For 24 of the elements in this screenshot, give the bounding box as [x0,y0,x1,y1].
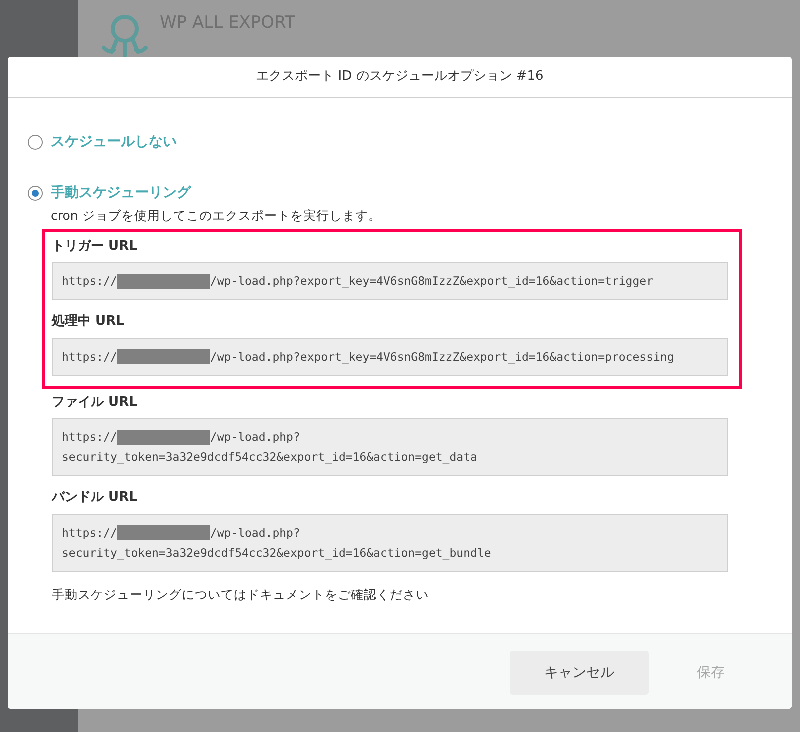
url-text: /wp-load.php?export_key=4V6snG8mIzzZ&export_id=16&action=processing [210,348,674,366]
url-text: /wp-load.php? [210,524,300,542]
url-label: トリガー URL [52,238,138,256]
url-text: security_token=3a32e9dcdf54cc32&export_id=16&action=get_bundle [62,544,492,562]
url-text: /wp-load.php? [210,429,300,446]
url-label: バンドル URL [52,489,138,508]
url-field[interactable]: https:// /wp-load.php?export_key=4V6snG8mIzzZ&export_id=16&action=processing [52,338,728,376]
url-text: security_token=3a32e9dcdf54cc32&export_id=16&action=get_data [62,449,478,466]
radio-button[interactable] [28,135,43,150]
url-field[interactable]: https:// /wp-load.php? security_token=3a32e9dcdf54cc32&export_id=16&action=get_bundle [52,514,728,572]
url-text: https:// [62,348,118,366]
url-field[interactable]: https:// /wp-load.php? security_token=3a32e9dcdf54cc32&export_id=16&action=get_data [52,418,728,476]
url-text: https:// [62,273,118,290]
url-label: ファイル URL [52,394,138,412]
url-text: https:// [62,429,118,446]
radio-button[interactable] [28,186,43,201]
url-field[interactable]: https:// /wp-load.php?export_key=4V6snG8mIzzZ&export_id=16&action=trigger [52,262,728,300]
url-text: /wp-load.php?export_key=4V6snG8mIzzZ&export_id=16&action=trigger [210,273,654,290]
option-description: cron ジョブを使用してこのエクスポートを実行します。 [51,207,382,225]
url-label: 処理中 URL [52,313,126,332]
url-text: https:// [62,524,118,542]
help-text: 手動スケジューリングについてはドキュメントをご確認ください [52,586,430,604]
dialog-title: エクスポート ID のスケジュールオプション #16 [256,68,544,86]
cancel-button[interactable]: キャンセル [510,651,649,695]
